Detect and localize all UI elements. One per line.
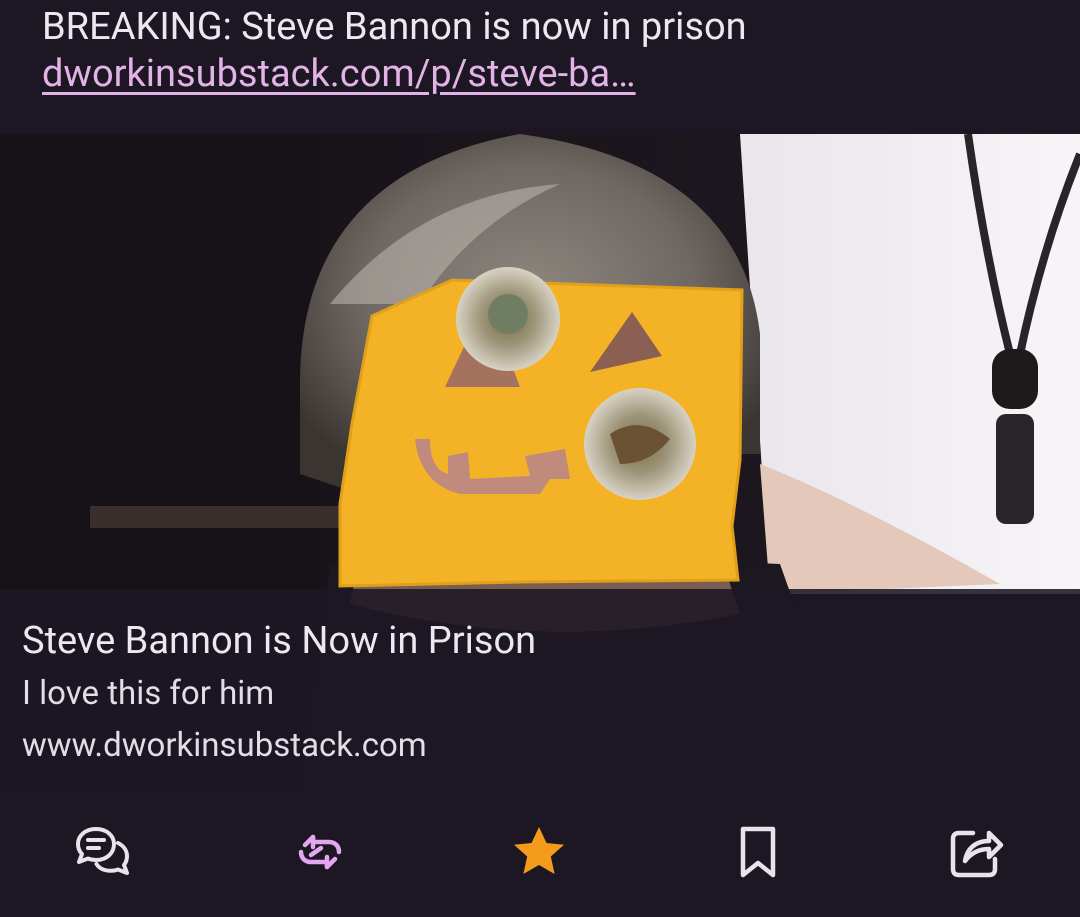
reply-button[interactable] bbox=[67, 816, 139, 888]
link-preview-card[interactable]: Steve Bannon is Now in Prison I love thi… bbox=[0, 134, 1080, 790]
share-icon bbox=[950, 830, 1004, 878]
post-link[interactable]: dworkinsubstack.com/p/steve-ba… bbox=[42, 50, 636, 98]
action-bar bbox=[0, 790, 1080, 917]
post-content: BREAKING: Steve Bannon is now in prison … bbox=[42, 4, 1042, 98]
boost-button[interactable] bbox=[284, 816, 356, 888]
reply-icon bbox=[76, 827, 129, 875]
bookmark-icon bbox=[740, 826, 776, 878]
preview-title: Steve Bannon is Now in Prison bbox=[22, 619, 537, 663]
favourite-icon bbox=[514, 827, 564, 874]
preview-domain: www.dworkinsubstack.com bbox=[22, 726, 427, 765]
favourite-button[interactable] bbox=[503, 816, 575, 888]
preview-description: I love this for him bbox=[22, 674, 275, 713]
post-body-text: BREAKING: Steve Bannon is now in prison bbox=[42, 5, 747, 49]
post: BREAKING: Steve Bannon is now in prison … bbox=[0, 0, 1080, 917]
bookmark-button[interactable] bbox=[722, 816, 794, 888]
boost-icon bbox=[298, 834, 342, 870]
share-button[interactable] bbox=[940, 816, 1012, 888]
